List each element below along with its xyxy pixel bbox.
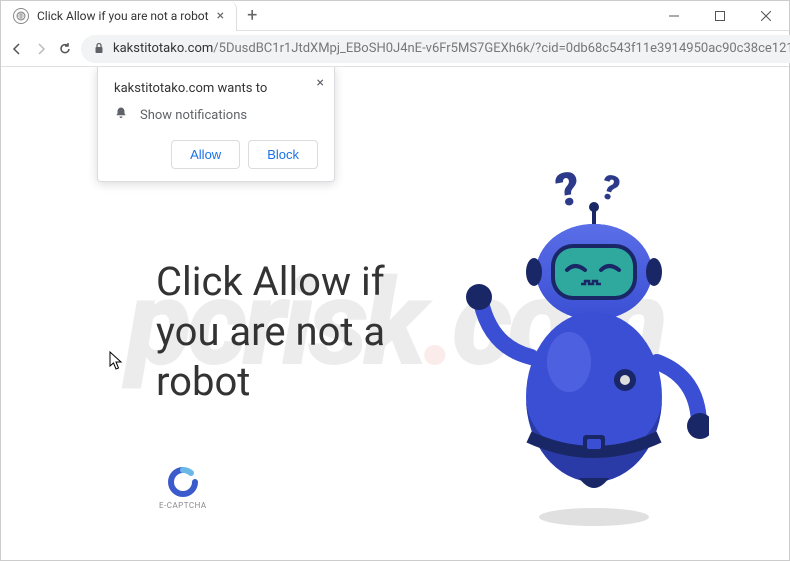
browser-tab[interactable]: Click Allow if you are not a robot ×	[1, 1, 237, 31]
page-content: pcrisk.com Click Allow if you are not a …	[1, 67, 789, 560]
page-headline: Click Allow if you are not a robot	[156, 257, 385, 407]
ecaptcha-label: E-CAPTCHA	[159, 501, 207, 510]
block-button[interactable]: Block	[248, 140, 318, 169]
robot-illustration: ? ?	[449, 162, 709, 536]
tab-title: Click Allow if you are not a robot	[37, 9, 209, 23]
popup-actions: Allow Block	[114, 140, 318, 169]
close-tab-icon[interactable]: ×	[217, 8, 224, 24]
close-icon[interactable]: ×	[317, 75, 324, 91]
address-bar[interactable]: kakstitotako.com/5DusdBC1r1JtdXMpj_EBoSH…	[81, 35, 790, 63]
toolbar: kakstitotako.com/5DusdBC1r1JtdXMpj_EBoSH…	[1, 31, 789, 67]
notification-permission-popup: × kakstitotako.com wants to Show notific…	[97, 67, 335, 182]
browser-window: Click Allow if you are not a robot × + k…	[0, 0, 790, 561]
forward-button[interactable]	[33, 35, 49, 63]
popup-title: kakstitotako.com wants to	[114, 81, 318, 96]
new-tab-button[interactable]: +	[237, 5, 267, 26]
lock-icon	[93, 39, 105, 58]
permission-label: Show notifications	[140, 108, 247, 123]
minimize-button[interactable]	[651, 1, 697, 31]
bell-icon	[114, 106, 128, 124]
svg-text:?: ?	[552, 162, 584, 219]
ecaptcha-icon	[168, 467, 198, 497]
ecaptcha-badge: E-CAPTCHA	[159, 467, 207, 510]
popup-permission-row: Show notifications	[114, 106, 318, 124]
svg-text:?: ?	[597, 167, 624, 210]
allow-button[interactable]: Allow	[171, 140, 240, 169]
reload-button[interactable]	[57, 35, 73, 63]
back-button[interactable]	[9, 35, 25, 63]
close-window-button[interactable]	[743, 1, 789, 31]
cursor-icon	[109, 351, 123, 375]
url-text: kakstitotako.com/5DusdBC1r1JtdXMpj_EBoSH…	[113, 41, 790, 56]
globe-icon	[13, 8, 29, 24]
maximize-button[interactable]	[697, 1, 743, 31]
titlebar: Click Allow if you are not a robot × +	[1, 1, 789, 31]
window-controls	[651, 1, 789, 31]
